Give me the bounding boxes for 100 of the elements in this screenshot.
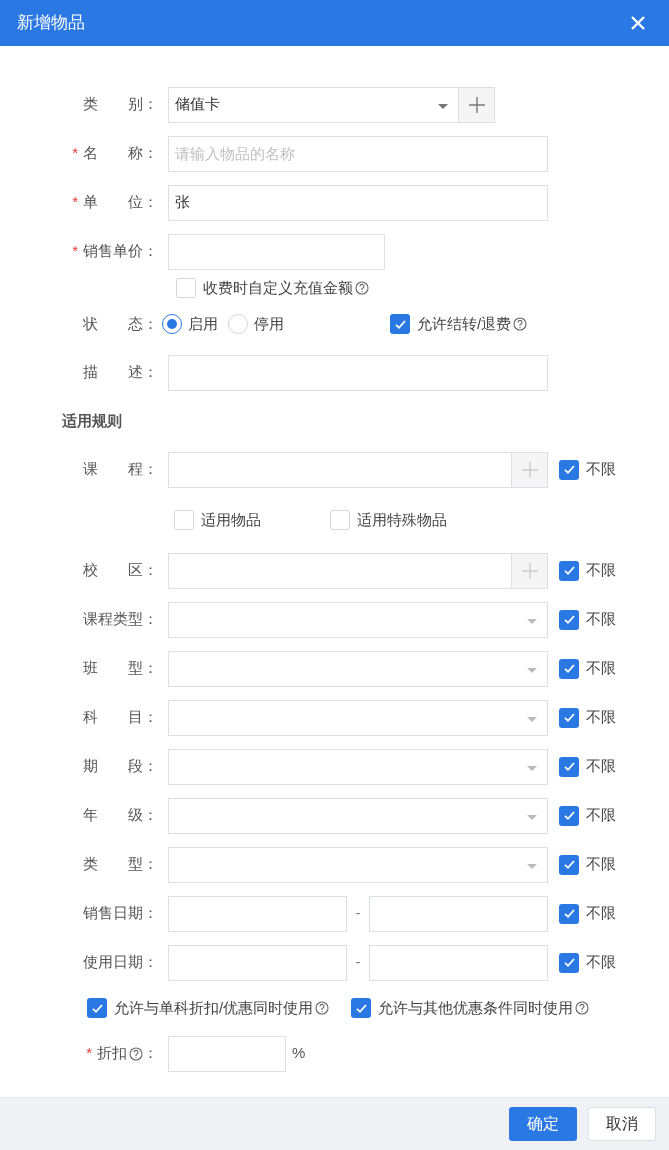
cancel-button[interactable]: 取消 <box>588 1107 656 1141</box>
checkbox-label: 不限 <box>586 609 616 630</box>
select-field[interactable] <box>168 748 548 785</box>
check-icon <box>562 907 576 920</box>
check-icon <box>562 613 576 626</box>
checkbox[interactable] <box>559 756 579 777</box>
field-label: 名 称： <box>83 143 158 164</box>
plus-icon <box>520 561 539 580</box>
field-label: 使用日期： <box>83 952 158 973</box>
caret-icon <box>527 863 537 869</box>
field-label: 单 位： <box>83 192 158 213</box>
checkbox[interactable] <box>87 998 107 1018</box>
checkbox[interactable] <box>351 998 372 1018</box>
checkbox-label: 不限 <box>586 756 616 777</box>
field-label: 课程类型： <box>83 609 158 630</box>
check-icon <box>562 956 576 969</box>
input-field[interactable]: 请输入物品的名称 <box>168 135 548 172</box>
checkbox[interactable] <box>559 903 579 924</box>
checkbox-label: 不限 <box>586 903 616 924</box>
field-label: 课 程： <box>83 459 158 480</box>
field-label: 科 目： <box>83 707 158 728</box>
checkbox-label: 不限 <box>586 459 616 480</box>
add-button[interactable] <box>459 86 495 123</box>
checkbox[interactable] <box>174 510 194 530</box>
checkbox-label: 允许与其他优惠条件同时使用 <box>378 997 574 1018</box>
field-label: 描 述： <box>83 362 158 383</box>
select-field[interactable] <box>168 650 548 687</box>
check-icon <box>562 711 576 724</box>
checkbox-label: 不限 <box>586 658 616 679</box>
dialog-title: 新增物品 <box>17 12 85 35</box>
confirm-button[interactable]: 确定 <box>509 1107 577 1141</box>
required-mark: * <box>72 192 78 213</box>
checkbox-label: 收费时自定义充值金额 <box>203 277 353 298</box>
date-field[interactable] <box>168 944 347 981</box>
caret-icon <box>527 618 537 624</box>
checkbox-label: 不限 <box>586 854 616 875</box>
required-mark: * <box>72 241 78 262</box>
field-label: 销售日期： <box>83 903 158 924</box>
check-icon <box>562 662 576 675</box>
radio-button[interactable] <box>162 314 182 334</box>
checkbox[interactable] <box>559 658 579 679</box>
checkbox[interactable] <box>559 459 579 480</box>
check-icon <box>562 760 576 773</box>
checkbox[interactable] <box>559 952 579 973</box>
check-icon <box>562 463 576 476</box>
checkbox[interactable] <box>559 854 579 875</box>
date-field[interactable] <box>369 944 548 981</box>
field-label: 销售单价： <box>83 241 158 262</box>
checkbox-label: 允许与单科折扣/优惠同时使用 <box>114 997 314 1018</box>
plus-icon <box>520 460 539 479</box>
field-label: 类 别： <box>83 94 158 115</box>
input-field[interactable] <box>168 233 385 270</box>
caret-icon <box>527 716 537 722</box>
close-icon[interactable] <box>630 15 646 31</box>
checkbox-label: 不限 <box>586 560 616 581</box>
field-label: 状 态： <box>83 313 158 334</box>
select-field[interactable] <box>168 699 548 736</box>
plus-icon <box>467 95 486 114</box>
checkbox-label: 允许结转/退费 <box>417 313 512 334</box>
checkbox-label: 不限 <box>586 805 616 826</box>
field-label: 类 型： <box>83 854 158 875</box>
input-field[interactable]: 张 <box>168 184 548 221</box>
required-mark: * <box>86 1043 92 1064</box>
field-label: 年 级： <box>83 805 158 826</box>
section-title: 适用规则 <box>62 410 122 431</box>
picker-field[interactable] <box>168 451 512 488</box>
caret-icon <box>527 667 537 673</box>
caret-icon <box>527 814 537 820</box>
checkbox[interactable] <box>559 560 579 581</box>
unit-label: % <box>292 1043 306 1064</box>
checkbox[interactable] <box>559 609 579 630</box>
date-field[interactable] <box>369 895 548 932</box>
caret-icon <box>438 103 448 109</box>
add-button[interactable] <box>512 552 548 589</box>
field-label: 班 型： <box>83 658 158 679</box>
radio-label: 停用 <box>254 313 284 334</box>
input-field[interactable] <box>168 1035 286 1072</box>
date-field[interactable] <box>168 895 347 932</box>
checkbox[interactable] <box>390 314 410 334</box>
check-icon <box>562 564 576 577</box>
check-icon <box>562 809 576 822</box>
field-label: 期 段： <box>83 756 158 777</box>
radio-label: 启用 <box>188 313 218 334</box>
select-field[interactable] <box>168 601 548 638</box>
select-field[interactable] <box>168 797 548 834</box>
range-separator: - <box>354 953 362 972</box>
select-field[interactable]: 储值卡 <box>168 86 459 123</box>
field-label: 校 区： <box>83 560 158 581</box>
checkbox-label: 适用物品 <box>201 509 261 530</box>
checkbox[interactable] <box>330 510 350 530</box>
picker-field[interactable] <box>168 552 512 589</box>
input-field[interactable] <box>168 354 548 391</box>
checkbox[interactable] <box>559 707 579 728</box>
select-value: 储值卡 <box>175 94 220 115</box>
checkbox[interactable] <box>176 278 196 298</box>
caret-icon <box>527 765 537 771</box>
add-button[interactable] <box>512 451 548 488</box>
checkbox[interactable] <box>559 805 579 826</box>
field-label: ： <box>143 1043 158 1064</box>
select-field[interactable] <box>168 846 548 883</box>
